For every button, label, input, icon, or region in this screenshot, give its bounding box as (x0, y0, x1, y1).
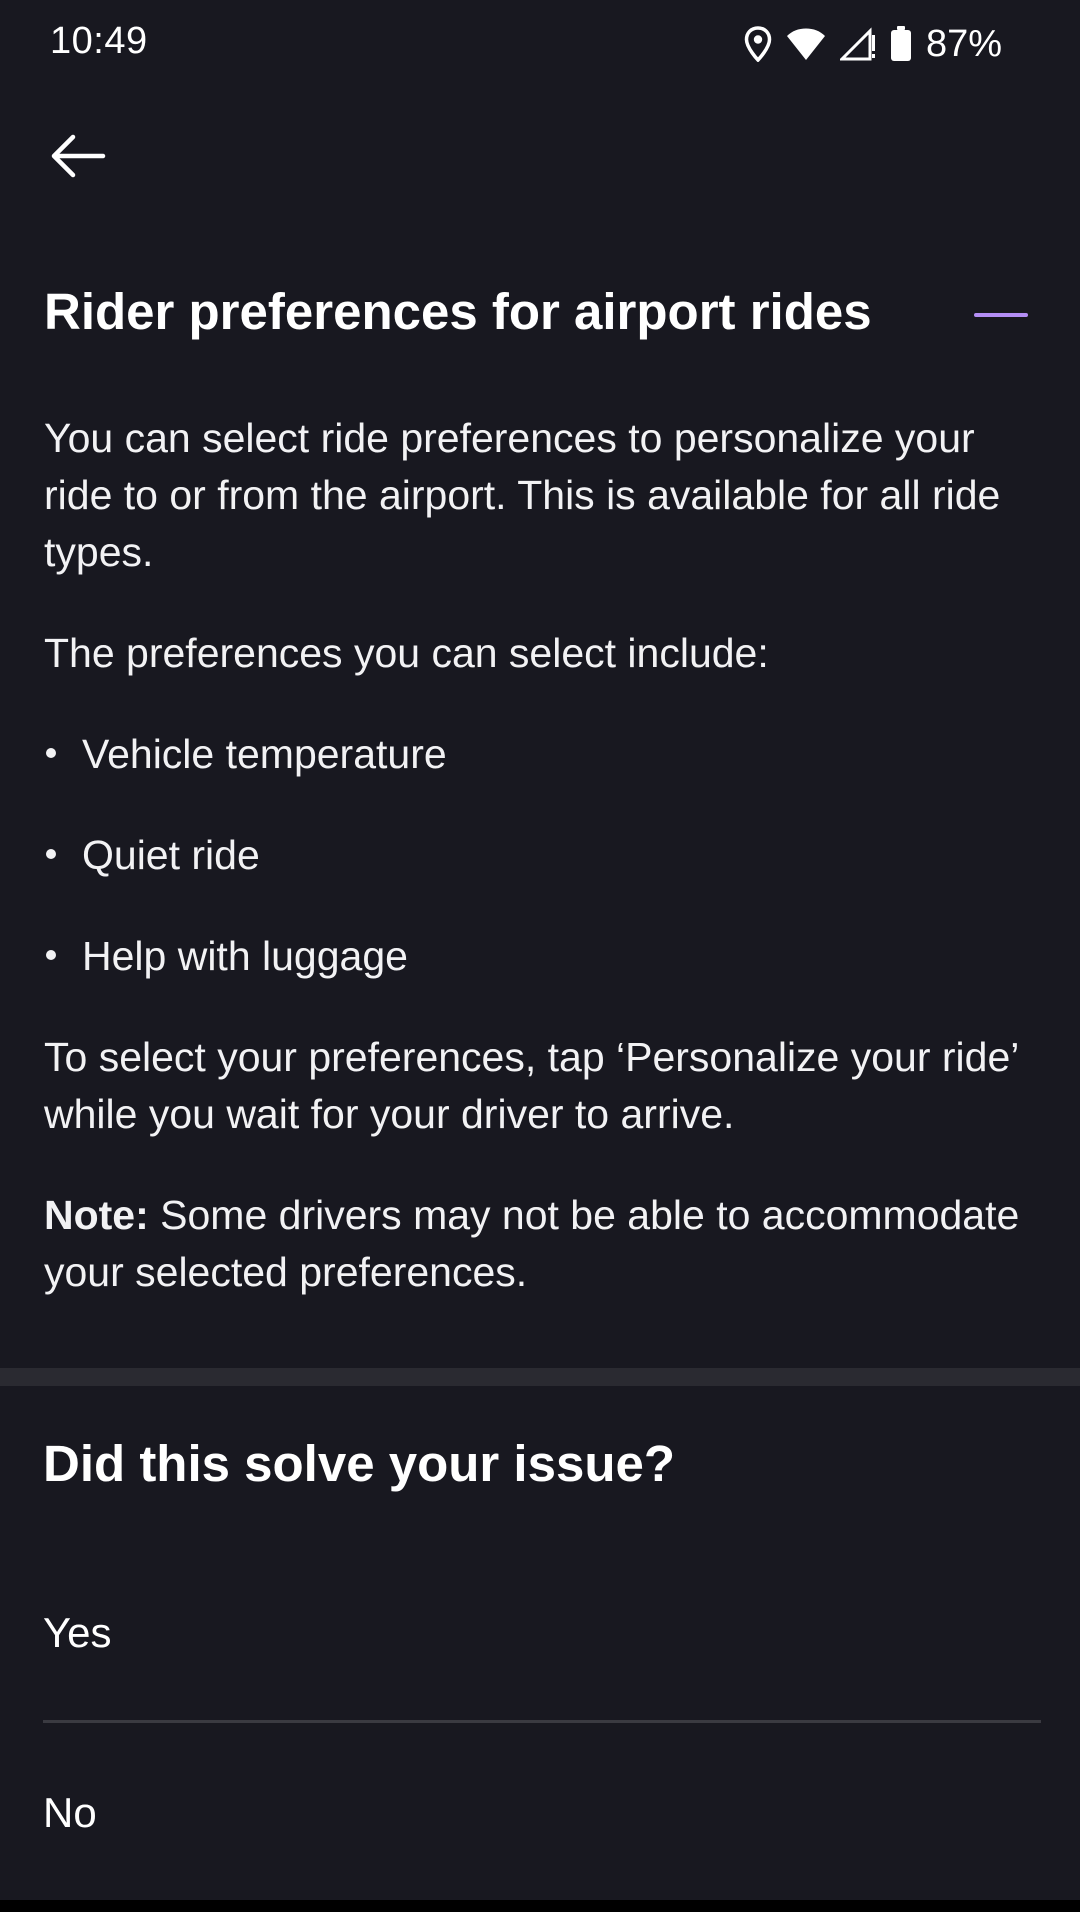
feedback-no-label: No (43, 1789, 97, 1836)
preferences-list: Vehicle temperature Quiet ride Help with… (44, 726, 1034, 985)
navigation-bar (0, 1900, 1080, 1912)
cellular-signal-icon (839, 27, 876, 61)
article-body: You can select ride preferences to perso… (44, 410, 1034, 1345)
arrow-left-icon (49, 134, 107, 183)
location-icon (744, 26, 772, 62)
article-title: Rider preferences for airport rides (44, 283, 872, 340)
list-item: Help with luggage (44, 928, 1034, 985)
article-instructions: To select your preferences, tap ‘Persona… (44, 1034, 1018, 1137)
article-intro: You can select ride preferences to perso… (44, 415, 1001, 575)
help-article-screen: 10:49 87% Rider preferences for airport … (0, 0, 1080, 1912)
bullet-icon (46, 748, 56, 758)
preferences-intro: The preferences you can select include: (44, 630, 769, 676)
section-divider (0, 1368, 1080, 1386)
list-item-label: Vehicle temperature (82, 731, 447, 777)
note-label: Note: (44, 1192, 149, 1238)
article-header: Rider preferences for airport rides (44, 270, 1036, 360)
list-item: Vehicle temperature (44, 726, 1034, 783)
feedback-yes-button[interactable]: Yes (43, 1573, 1041, 1693)
feedback-yes-label: Yes (43, 1609, 112, 1656)
status-bar: 10:49 87% (0, 0, 1080, 88)
bullet-icon (46, 849, 56, 859)
list-item-label: Quiet ride (82, 832, 260, 878)
note-text: Some drivers may not be able to accommod… (44, 1192, 1020, 1295)
battery-percent: 87% (925, 22, 1002, 65)
feedback-question: Did this solve your issue? (43, 1435, 675, 1492)
battery-icon (890, 26, 912, 62)
article-note: Note: Some drivers may not be able to ac… (44, 1187, 1034, 1301)
minus-icon (974, 313, 1028, 317)
option-divider (43, 1720, 1041, 1723)
list-item-label: Help with luggage (82, 933, 408, 979)
back-button[interactable] (30, 118, 126, 198)
list-item: Quiet ride (44, 827, 1034, 884)
bullet-icon (46, 950, 56, 960)
wifi-icon (786, 27, 826, 61)
feedback-no-button[interactable]: No (43, 1753, 1041, 1873)
status-time: 10:49 (50, 20, 148, 62)
status-icons: 87% (744, 22, 1002, 66)
collapse-button[interactable] (966, 290, 1036, 340)
